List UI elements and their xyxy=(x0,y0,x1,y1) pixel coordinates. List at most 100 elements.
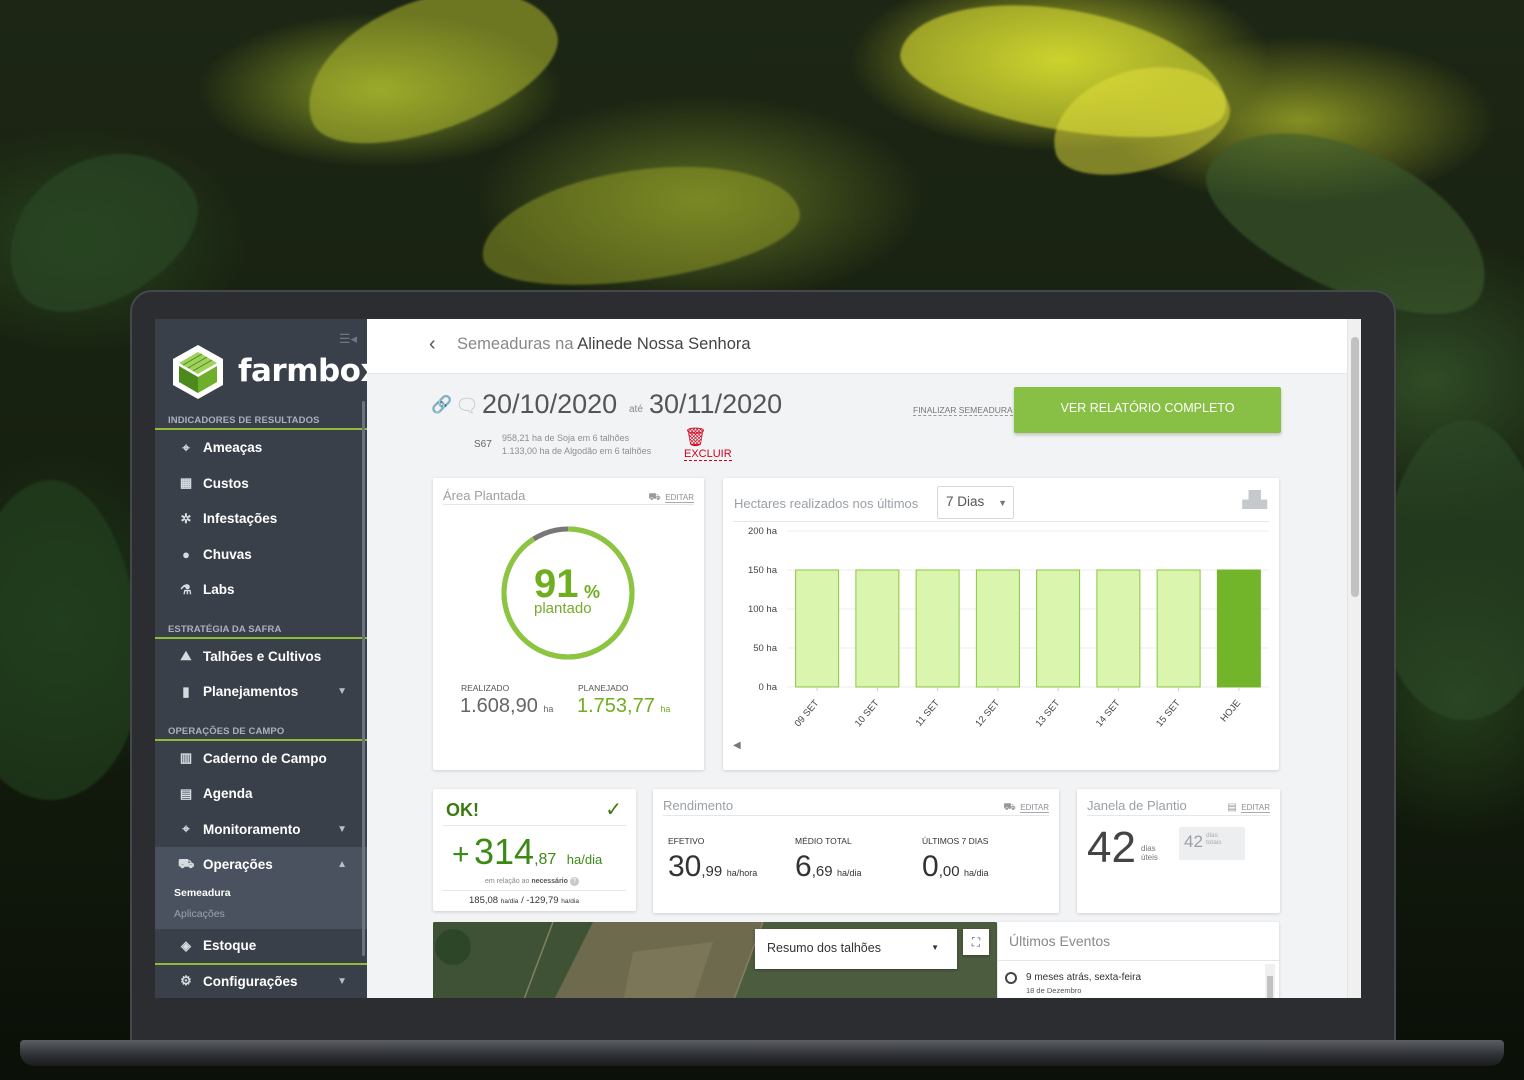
finalize-link[interactable]: FINALIZAR SEMEADURA xyxy=(913,405,1013,416)
link-icon[interactable]: 🔗 xyxy=(431,395,452,415)
sidebar-item-agenda[interactable]: ▤ Agenda xyxy=(155,776,367,812)
sidebar-item-label: Caderno de Campo xyxy=(203,750,327,766)
sidebar-item-label: Custos xyxy=(203,475,249,491)
x-tick-label: 13 SET xyxy=(1034,698,1063,729)
sidebar-item-label: Chuvas xyxy=(203,546,252,562)
x-tick-label: 09 SET xyxy=(793,698,822,729)
sidebar-item-label: Talhões e Cultivos xyxy=(203,648,322,664)
sidebar-item-talhoes[interactable]: ⛰ Talhões e Cultivos xyxy=(155,639,367,675)
chart-bar[interactable] xyxy=(1156,569,1201,688)
sidebar-item-caderno[interactable]: ▥ Caderno de Campo xyxy=(155,741,367,777)
comment-icon[interactable]: 🗨 xyxy=(455,394,479,418)
book-icon: ▥ xyxy=(179,750,193,766)
pace-int: 314 xyxy=(473,831,535,872)
sidebar-item-configuracoes[interactable]: ⚙ Configurações ▼ xyxy=(155,962,367,999)
fullscreen-button[interactable]: ⛶ xyxy=(963,929,989,955)
timeline-dot-icon xyxy=(1005,972,1017,984)
sidebar-item-planejamentos[interactable]: ▮ Planejamentos ▼ xyxy=(155,674,367,710)
sidebar-item-chuvas[interactable]: ● Chuvas xyxy=(155,537,367,573)
y-tick-label: 150 ha xyxy=(748,565,778,576)
menu-collapse-icon[interactable]: ☰◂ xyxy=(339,331,357,347)
card-title: Área Plantada xyxy=(443,488,526,503)
chart-bar[interactable] xyxy=(1036,569,1081,688)
section-indicadores: INDICADORES DE RESULTADOS xyxy=(155,411,367,430)
sidebar-subitem-aplicacoes[interactable]: Aplicações xyxy=(155,904,367,929)
section-estrategia: ESTRATÉGIA DA SAFRA xyxy=(155,620,367,639)
sidebar-item-monitoramento[interactable]: ⌖ Monitoramento ▼ xyxy=(155,812,367,848)
chart-scroll-left-icon[interactable]: ◀ xyxy=(733,740,741,751)
rend-col-ultimos: ÚLTIMOS 7 DIAS 0,00 ha/dia xyxy=(922,836,989,884)
section-operacoes: OPERAÇÕES DE CAMPO xyxy=(155,722,367,741)
sidebar-item-labs[interactable]: ⚗ Labs xyxy=(155,572,367,608)
chart-bar[interactable] xyxy=(855,569,900,688)
chart-bar[interactable] xyxy=(975,569,1020,688)
sidebar-item-ameacas[interactable]: ⌖ Ameaças xyxy=(155,430,367,466)
pace-unit: ha/dia xyxy=(566,852,603,867)
talhoes-select[interactable]: Resumo dos talhões ▼ xyxy=(755,929,957,969)
total-l2: totais xyxy=(1206,839,1222,846)
x-tick-label: HOJE xyxy=(1218,698,1243,724)
x-tick-label: 12 SET xyxy=(973,698,1002,729)
x-tick-label: 15 SET xyxy=(1154,698,1183,729)
date-separator: até xyxy=(629,404,643,415)
value-int: 6 xyxy=(795,850,812,883)
chart-bar[interactable] xyxy=(1096,569,1141,688)
edit-link[interactable]: ⛟ EDITAR xyxy=(648,487,694,505)
y-tick-label: 200 ha xyxy=(748,526,778,537)
pace-sign: + xyxy=(452,838,470,871)
col-value: 30,99 ha/hora xyxy=(668,850,757,884)
janela-card: Janela de Plantio ▤ EDITAR 42 dias úteis … xyxy=(1077,789,1280,913)
full-report-button[interactable]: VER RELATÓRIO COMPLETO xyxy=(1014,387,1281,433)
help-icon[interactable]: ? xyxy=(569,877,579,886)
box-icon: ◈ xyxy=(181,937,191,953)
realizado-label: REALIZADO xyxy=(461,683,510,693)
value-int: 0 xyxy=(922,850,939,883)
sidebar-item-operacoes[interactable]: ⛟ Operações ▲ xyxy=(155,847,367,883)
map-panel[interactable]: Resumo dos talhões ▼ ⛶ xyxy=(433,922,997,998)
footer-unit: ha/dia xyxy=(500,898,519,905)
edit-link[interactable]: ▤ EDITAR xyxy=(1227,797,1270,815)
unit: ha xyxy=(543,704,554,714)
bar-chart: 200 ha 150 ha 100 ha 50 ha 0 ha 09 SET 10 SET 1… xyxy=(748,526,1269,729)
breadcrumb-farm: Alinede Nossa Senhora xyxy=(577,335,751,353)
x-tick-label: 11 SET xyxy=(914,698,942,729)
col-label: ÚLTIMOS 7 DIAS xyxy=(922,836,989,846)
check-icon: ✓ xyxy=(605,799,622,821)
app-screen: ☰◂ farmbox INDICADORES DE RESULTADOS ⌖ Am… xyxy=(155,319,1361,998)
footer-b: -129,79 xyxy=(526,895,559,906)
crop-summary: 958,21 ha de Soja em 6 talhões 1.133,00 … xyxy=(502,432,651,458)
sidebar-item-label: Infestações xyxy=(203,511,278,527)
hectares-chart-card: Hectares realizados nos últimos 7 Dias ▼… xyxy=(723,478,1279,770)
total-l1: dias xyxy=(1206,832,1218,839)
total-value: 42 xyxy=(1184,832,1203,851)
sidebar-item-infestacoes[interactable]: ✲ Infestações xyxy=(155,501,367,537)
caret-down-icon: ▼ xyxy=(931,943,939,952)
footer-a: 185,08 xyxy=(469,895,499,906)
sidebar-item-custos[interactable]: ▦ Custos xyxy=(155,466,367,502)
chart-bar[interactable] xyxy=(795,569,840,688)
value-int: 30 xyxy=(668,850,702,883)
tractor-icon: ⛟ xyxy=(1003,802,1016,813)
operacoes-group: ⛟ Operações ▲ Semeadura Aplicações xyxy=(155,847,367,929)
chevron-up-icon: ▲ xyxy=(337,859,347,871)
sidebar-item-estoque[interactable]: ◈ Estoque xyxy=(155,929,367,963)
x-tick-label: 14 SET xyxy=(1094,698,1123,729)
status-text: OK! xyxy=(446,800,479,820)
page-scrollbar[interactable] xyxy=(1347,319,1361,998)
gear-icon: ⚙ xyxy=(180,973,192,989)
delete-label: EXCLUIR xyxy=(684,448,732,461)
chart-bar[interactable] xyxy=(1216,569,1261,688)
sidebar-subitem-semeadura[interactable]: Semeadura xyxy=(155,883,367,904)
event-title: 9 meses atrás, sexta-feira xyxy=(1026,972,1142,983)
delete-button[interactable]: 🗑EXCLUIR xyxy=(684,427,732,461)
value-dec: ,69 xyxy=(811,863,833,880)
sidebar-scrollbar[interactable] xyxy=(362,401,365,956)
calendar-icon: ▤ xyxy=(179,785,193,801)
chart-bar[interactable] xyxy=(915,569,960,688)
note-prefix: em relação ao xyxy=(485,878,530,885)
calculator-icon: ▦ xyxy=(179,475,193,491)
value-unit: ha/hora xyxy=(726,868,758,878)
back-arrow-icon[interactable]: ‹ xyxy=(429,333,436,356)
edit-link[interactable]: ⛟ EDITAR xyxy=(1003,797,1049,815)
events-scrollbar[interactable] xyxy=(1265,964,1275,998)
